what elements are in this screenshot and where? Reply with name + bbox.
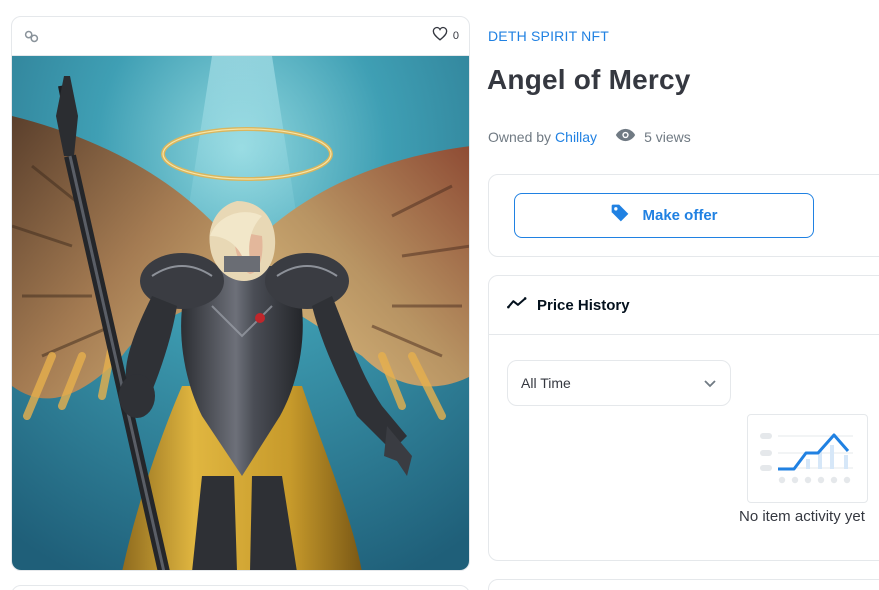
- link-icon[interactable]: [22, 27, 40, 45]
- nft-artwork-image[interactable]: [12, 56, 470, 571]
- favorite-count: 0: [452, 30, 459, 42]
- asset-details-card: [11, 585, 470, 590]
- price-history-panel: Price History All Time No item activity …: [488, 275, 879, 561]
- next-panel: [488, 579, 879, 590]
- chevron-down-icon: [704, 375, 716, 391]
- make-offer-button[interactable]: Make offer: [514, 193, 814, 238]
- eye-icon: [615, 128, 636, 145]
- views-count: 5 views: [644, 128, 691, 145]
- tag-icon: [610, 203, 630, 228]
- collection-link[interactable]: DETH SPIRIT NFT: [488, 28, 609, 44]
- asset-card: 0: [11, 16, 470, 571]
- price-history-title: Price History: [537, 296, 630, 314]
- price-history-header[interactable]: Price History: [489, 276, 879, 335]
- favorite-group[interactable]: 0: [432, 26, 459, 46]
- empty-activity-text: No item activity yet: [739, 508, 865, 525]
- owner-row: Owned by Chillay 5 views: [488, 128, 691, 145]
- make-offer-label: Make offer: [642, 207, 718, 224]
- nft-item-page: 0 DETH SPIRIT NFT Angel of Mercy Owned b…: [0, 0, 879, 590]
- time-range-value: All Time: [521, 375, 571, 391]
- owner-link[interactable]: Chillay: [555, 129, 597, 145]
- item-title: Angel of Mercy: [487, 64, 691, 95]
- empty-chart-illustration: [747, 414, 868, 503]
- trend-line-icon: [507, 296, 527, 315]
- time-range-select[interactable]: All Time: [507, 360, 731, 406]
- asset-card-header: 0: [12, 17, 469, 56]
- heart-icon[interactable]: [432, 26, 448, 46]
- owned-by-label: Owned by: [488, 128, 552, 145]
- offer-panel: Make offer: [488, 174, 879, 257]
- views-group: 5 views: [615, 128, 691, 145]
